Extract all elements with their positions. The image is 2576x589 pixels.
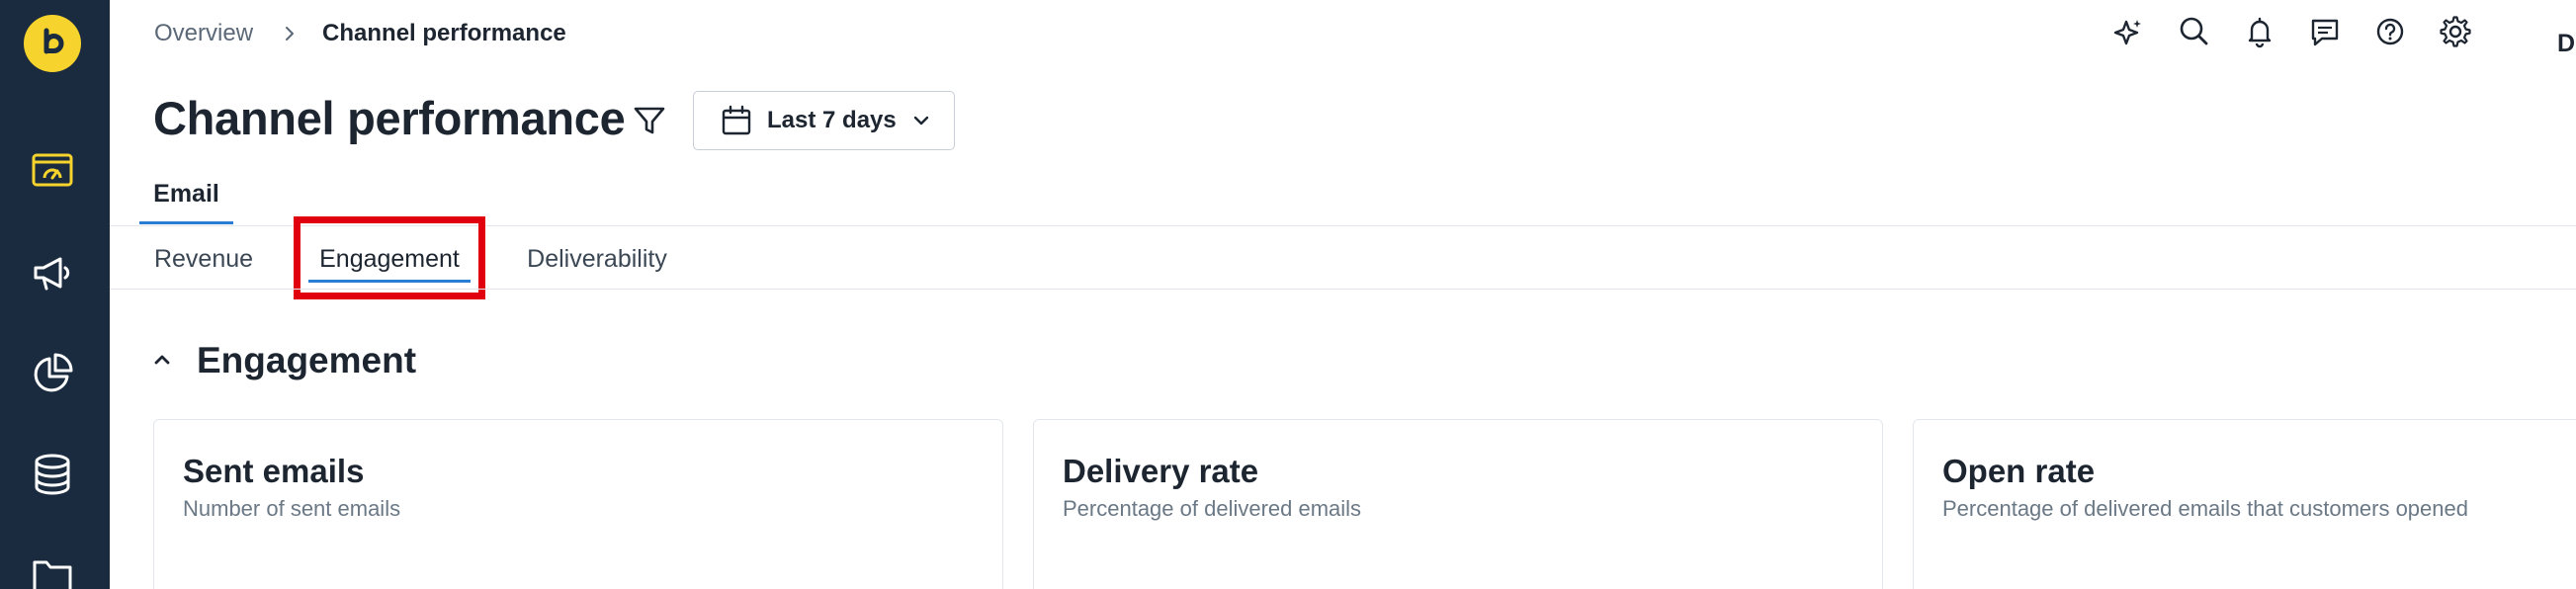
card-subtitle: Percentage of delivered emails that cust… [1942, 496, 2468, 521]
user-avatar[interactable]: D [2557, 30, 2575, 58]
tab-revenue[interactable]: Revenue [139, 229, 268, 289]
tab-email[interactable]: Email [139, 178, 233, 224]
filter-icon[interactable] [631, 102, 668, 139]
brand-logo-icon[interactable] [24, 15, 81, 72]
dashboard-icon[interactable] [25, 143, 80, 199]
breadcrumb-current: Channel performance [322, 20, 566, 46]
highlight-box [294, 216, 485, 299]
pie-chart-icon[interactable] [25, 346, 80, 401]
chevron-right-icon [286, 27, 295, 41]
metric-card-delivery-rate: Delivery rate Percentage of delivered em… [1033, 419, 1883, 589]
metric-card-open-rate: Open rate Percentage of delivered emails… [1913, 419, 2576, 589]
sparkle-icon[interactable] [2109, 12, 2149, 51]
tab-revenue-label: Revenue [153, 244, 254, 273]
megaphone-icon[interactable] [25, 245, 80, 300]
breadcrumb-overview-link[interactable]: Overview [154, 20, 253, 47]
page-title: Channel performance [153, 92, 626, 144]
card-title: Delivery rate [1063, 453, 1259, 489]
chevron-up-icon[interactable] [150, 348, 174, 372]
section-title: Engagement [197, 340, 417, 380]
card-subtitle: Number of sent emails [183, 496, 401, 521]
folder-icon[interactable] [25, 548, 80, 589]
database-icon[interactable] [25, 447, 80, 502]
metric-card-sent-emails: Sent emails Number of sent emails [153, 419, 1003, 589]
card-title: Open rate [1942, 453, 2096, 489]
sidebar [0, 0, 110, 589]
tab-deliverability-label: Deliverability [527, 244, 667, 273]
breadcrumb: Overview Channel performance [154, 17, 566, 50]
bell-icon[interactable] [2240, 12, 2279, 51]
date-range-button[interactable]: Last 7 days [693, 91, 955, 150]
search-icon[interactable] [2175, 12, 2214, 51]
divider [110, 289, 2576, 290]
gear-icon[interactable] [2436, 12, 2475, 51]
calendar-icon [722, 105, 751, 135]
chat-icon[interactable] [2305, 12, 2345, 51]
chevron-down-icon [913, 116, 928, 126]
card-title: Sent emails [183, 453, 365, 489]
help-icon[interactable] [2370, 12, 2410, 51]
card-subtitle: Percentage of delivered emails [1063, 496, 1362, 521]
date-range-label: Last 7 days [767, 107, 897, 133]
tab-deliverability[interactable]: Deliverability [506, 229, 688, 289]
